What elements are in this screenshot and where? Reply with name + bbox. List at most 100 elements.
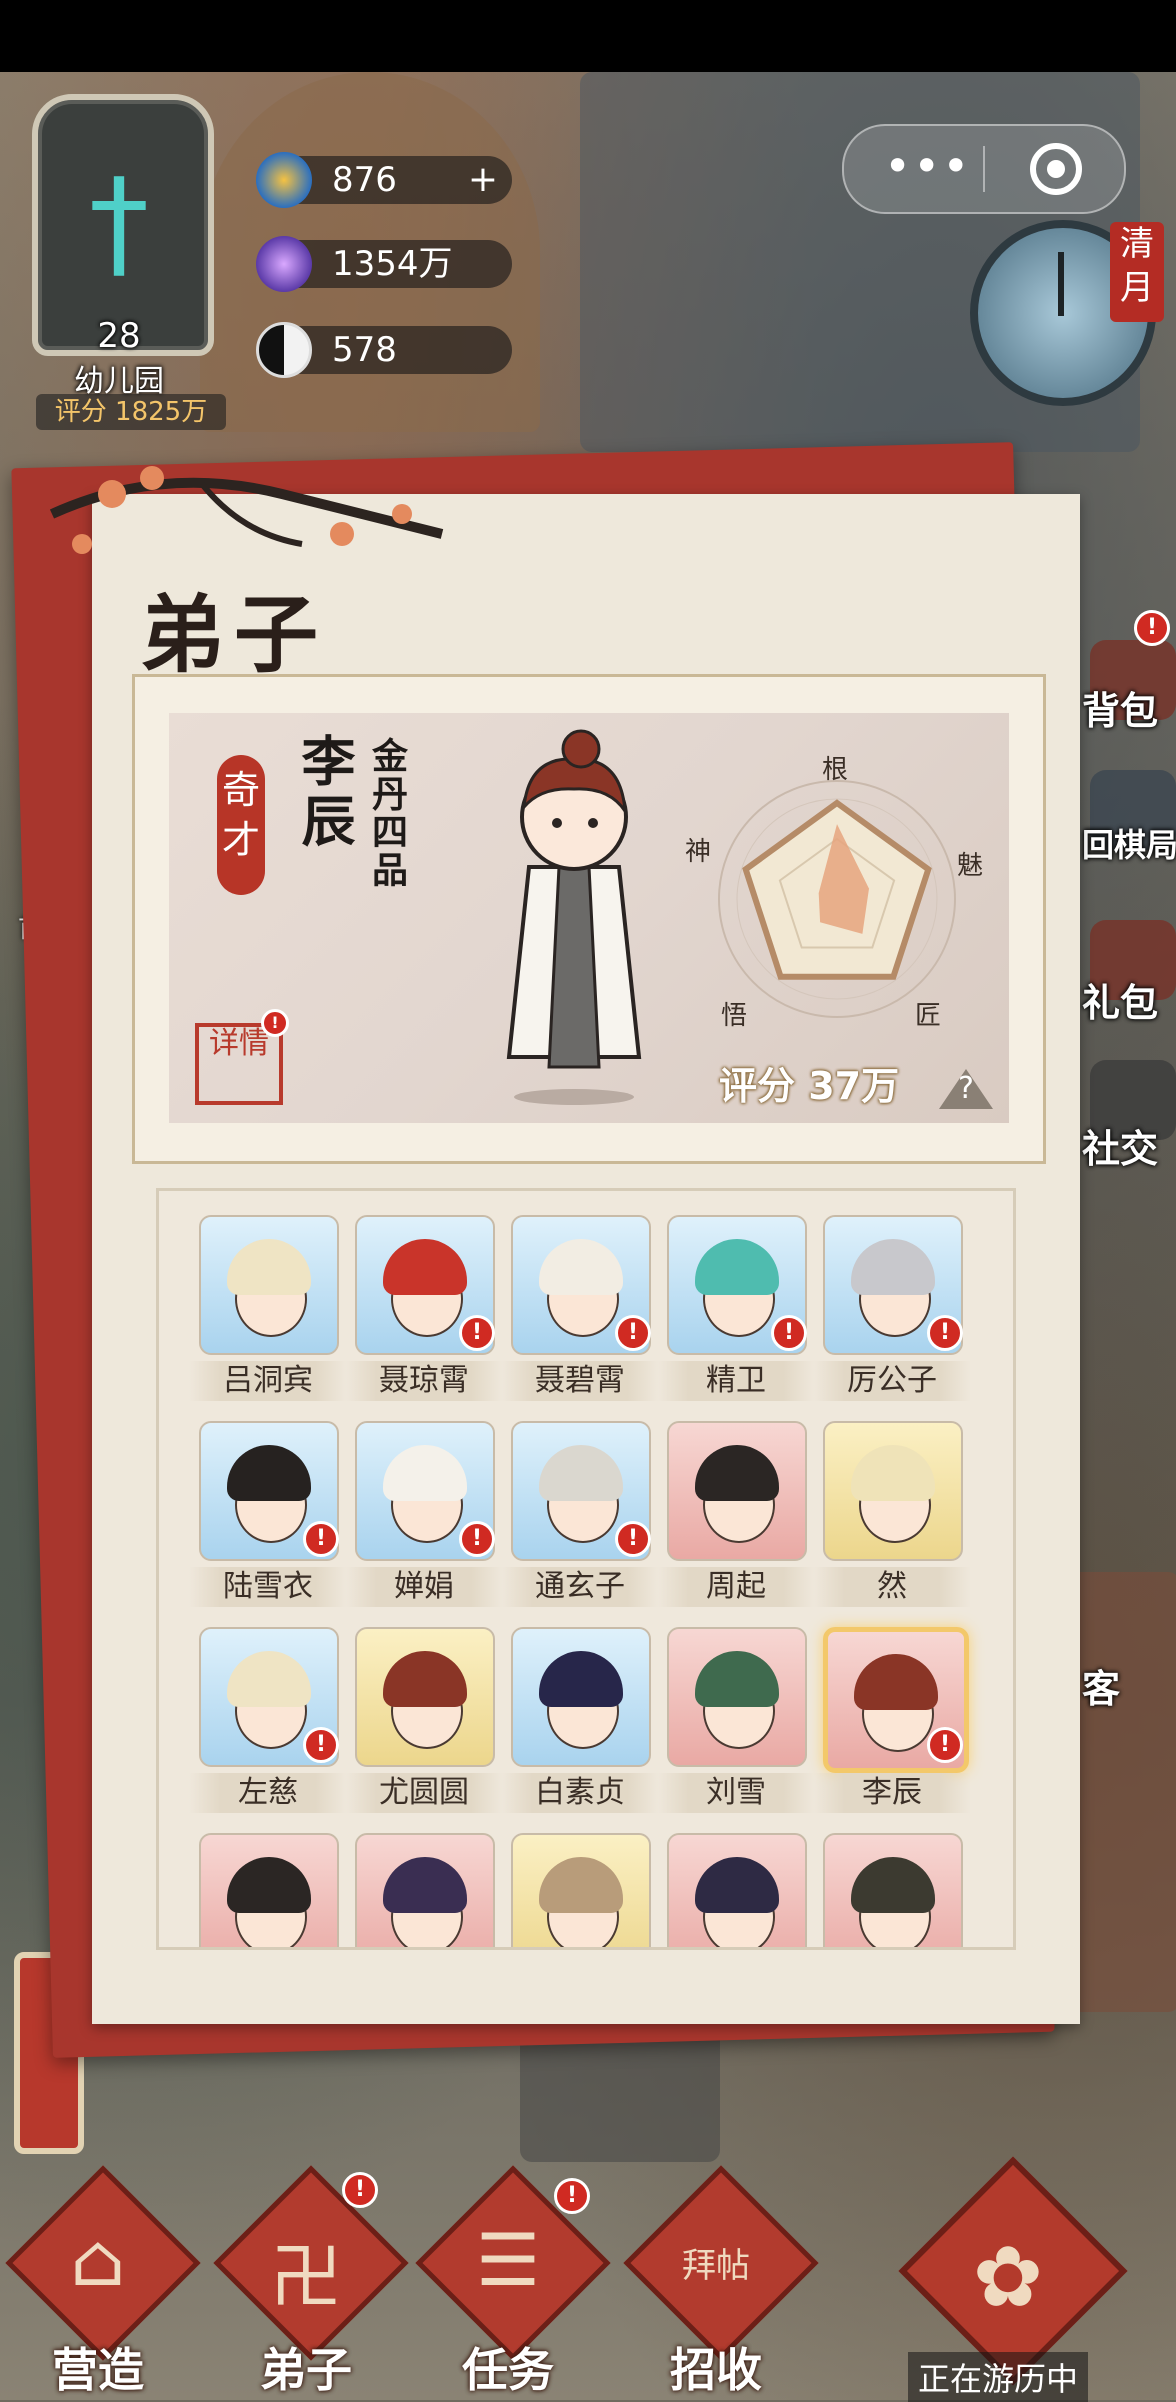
disciple-card[interactable]: [199, 1833, 339, 1947]
crystals-resource[interactable]: 1354万: [256, 236, 512, 292]
attribute-radar: 根 魅 匠 悟 神: [685, 749, 987, 1039]
travel-icon: ✿: [972, 2228, 1044, 2326]
disciple-card[interactable]: 吕洞宾: [189, 1215, 347, 1405]
disciple-card[interactable]: 通玄子!: [501, 1421, 659, 1611]
close-miniprogram-icon[interactable]: [1030, 143, 1082, 195]
side-menu-chess[interactable]: 回棋局: [1082, 820, 1176, 866]
sect-score: 评分 1825万: [36, 394, 226, 430]
avatar-hair: [539, 1857, 623, 1913]
nav-tasks[interactable]: ☰ 任务 !: [415, 2165, 611, 2397]
disciple-card[interactable]: 厉公子!: [813, 1215, 971, 1405]
stat-label-craft: 匠: [915, 1001, 942, 1031]
disciple-avatar: [667, 1421, 807, 1561]
disciple-card[interactable]: [355, 1833, 495, 1947]
disciple-card[interactable]: 周起: [657, 1421, 815, 1611]
avatar-hair: [695, 1651, 779, 1707]
disciple-alert-badge: !: [303, 1521, 339, 1557]
stat-label-insight: 悟: [721, 1001, 748, 1031]
disciple-portrait: [506, 729, 642, 1105]
disciple-card[interactable]: 聂碧霄!: [501, 1215, 659, 1405]
disciple-card[interactable]: [511, 1833, 651, 1947]
avatar-hair: [383, 1239, 467, 1295]
disciple-alert-badge: !: [771, 1315, 807, 1351]
disciple-avatar: [355, 1833, 495, 1947]
avatar-hair: [851, 1857, 935, 1913]
disciple-name-label: 精卫: [657, 1361, 815, 1401]
avatar-hair: [227, 1445, 311, 1501]
nav-disciples-alert-badge: !: [342, 2172, 378, 2208]
disciple-card[interactable]: 精卫!: [657, 1215, 815, 1405]
travel-status: 正在游历中: [908, 2352, 1089, 2402]
help-icon[interactable]: ?: [939, 1069, 993, 1109]
disciple-card[interactable]: [667, 1833, 807, 1947]
yinyang-resource[interactable]: 578: [256, 322, 512, 378]
avatar-hair: [695, 1239, 779, 1295]
disciple-card[interactable]: 尤圆圆: [345, 1627, 503, 1817]
disciples-icon: 卍: [269, 2235, 342, 2319]
disciple-avatar: [355, 1627, 495, 1767]
panel-title: 弟子: [140, 585, 329, 684]
details-alert-badge: !: [261, 1009, 289, 1037]
side-menu-social[interactable]: 社交: [1082, 1118, 1176, 1173]
disciple-detail-card: 奇才 李辰 金丹四品 详情 ! 根 魅 匠 悟 神 评分 37万 ?: [132, 674, 1046, 1164]
nav-build[interactable]: ⌂ 营造: [5, 2165, 201, 2397]
nav-recruit[interactable]: 拜帖 招收: [623, 2165, 819, 2397]
disciple-card[interactable]: 然: [813, 1421, 971, 1611]
disciple-avatar: [823, 1421, 963, 1561]
avatar-hair: [851, 1445, 935, 1501]
nav-disciples[interactable]: 卍 弟子 !: [213, 2165, 409, 2397]
bottom-nav: ⌂ 营造 卍 弟子 ! ☰ 任务 ! 拜帖 招收 ✿ 正在游历中: [0, 2150, 1176, 2402]
disciple-name: 李辰: [292, 733, 356, 853]
disciple-name-label: 通玄子: [501, 1567, 659, 1607]
avatar-hair: [695, 1857, 779, 1913]
tasks-icon: ☰: [475, 2218, 541, 2302]
disciple-name-label: 厉公子: [813, 1361, 971, 1401]
disciple-avatar: [511, 1833, 651, 1947]
add-coins-button[interactable]: +: [468, 156, 498, 204]
stat-label-spirit: 神: [685, 837, 712, 867]
nav-disciples-label: 弟子: [260, 2343, 352, 2397]
yinyang-icon: [256, 322, 312, 378]
disciple-card[interactable]: 白素贞: [501, 1627, 659, 1817]
backpack-alert-badge: !: [1134, 610, 1170, 646]
avatar-hair: [539, 1651, 623, 1707]
side-menu-gift[interactable]: 礼包: [1082, 972, 1176, 1027]
side-menu-guest[interactable]: 客: [1082, 1658, 1176, 1713]
travel-button[interactable]: ✿ 正在游历中: [880, 2156, 1128, 2402]
disciple-card[interactable]: [823, 1833, 963, 1947]
stat-label-root: 根: [822, 755, 849, 785]
disciple-card[interactable]: 婵娟!: [345, 1421, 503, 1611]
disciple-avatar: [667, 1627, 807, 1767]
disciple-card[interactable]: 聂琼霄!: [345, 1215, 503, 1405]
disciple-rank: 金丹四品: [366, 737, 408, 889]
miniprogram-capsule: •••: [842, 124, 1126, 214]
avatar-hair: [851, 1239, 935, 1295]
disciple-alert-badge: !: [927, 1727, 963, 1763]
disciple-alert-badge: !: [303, 1727, 339, 1763]
yinyang-value: 578: [332, 330, 397, 370]
disciple-name-label: 聂碧霄: [501, 1361, 659, 1401]
avatar-hair: [539, 1239, 623, 1295]
coins-value: 876: [332, 160, 397, 200]
disciple-avatar: [823, 1833, 963, 1947]
disciple-card[interactable]: 左慈!: [189, 1627, 347, 1817]
disciple-name-label: 然: [813, 1567, 971, 1607]
sect-emblem[interactable]: † 28 幼儿园 评分 1825万: [14, 84, 226, 430]
disciple-avatar: [667, 1833, 807, 1947]
crystal-icon: [256, 236, 312, 292]
disciple-alert-badge: !: [615, 1521, 651, 1557]
more-options-button[interactable]: •••: [884, 126, 971, 206]
coins-resource[interactable]: 876 +: [256, 152, 512, 208]
disciple-card[interactable]: 刘雪: [657, 1627, 815, 1817]
avatar-hair: [539, 1445, 623, 1501]
disciple-avatar: [511, 1627, 651, 1767]
disciple-card[interactable]: 李辰!: [813, 1627, 971, 1817]
disciple-card[interactable]: 陆雪衣!: [189, 1421, 347, 1611]
sword-icon: †: [89, 154, 149, 293]
disciple-avatar: [199, 1215, 339, 1355]
disciple-alert-badge: !: [459, 1521, 495, 1557]
nav-tasks-label: 任务: [462, 2343, 554, 2397]
disciple-alert-badge: !: [615, 1315, 651, 1351]
disciple-name-label: 左慈: [189, 1773, 347, 1813]
side-menu-backpack[interactable]: 背包: [1082, 680, 1176, 735]
